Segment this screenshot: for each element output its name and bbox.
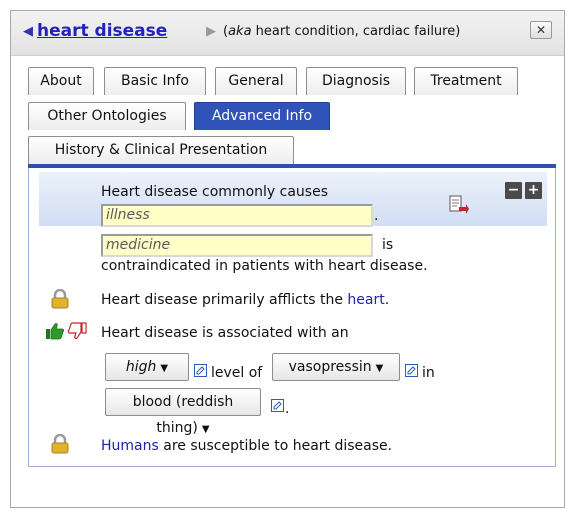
chevron-down-icon: ▼ [160,363,169,374]
tab-basic-info[interactable]: Basic Info [104,67,206,95]
thumbs-down-icon[interactable] [67,322,87,340]
tab-about[interactable]: About [28,67,94,95]
edit-icon[interactable] [194,364,207,377]
level-of-text: level of [211,365,263,381]
contraindicated-text: contraindicated in patients with heart d… [101,258,428,274]
location-select-value: blood (reddish thing) [132,394,234,436]
susceptible-sentence: are susceptible to heart disease. [158,438,393,454]
contraindicated-input[interactable]: medicine [101,234,373,257]
close-button[interactable]: ✕ [530,21,552,39]
heart-link[interactable]: heart [347,292,384,308]
edit-icon[interactable] [271,399,284,412]
lock-icon [51,434,69,454]
associated-text: Heart disease is associated with an [101,325,349,341]
afflicts-text: Heart disease primarily afflicts the hea… [101,292,389,309]
in-text: in [422,365,435,381]
close-icon: ✕ [535,23,547,37]
expand-button[interactable]: + [525,182,542,199]
susceptible-text: Humans are susceptible to heart disease. [101,438,392,455]
lock-icon [51,289,69,309]
tab-other-ontologies[interactable]: Other Ontologies [28,102,186,130]
level-select[interactable]: high ▼ [105,353,189,381]
location-select[interactable]: blood (reddish thing) ▼ [105,388,261,436]
edit-icon[interactable] [405,364,418,377]
causes-text: Heart disease commonly causes [101,184,328,200]
causes-period: . [374,208,379,224]
aka-prefix: aka [228,24,252,39]
left-arrow-icon[interactable]: ◀ [23,24,33,40]
humans-link[interactable]: Humans [101,438,159,454]
tab-advanced-info[interactable]: Advanced Info [194,102,330,130]
tab-history-clinical-presentation[interactable]: History & Clinical Presentation [28,136,294,164]
topic-panel: ◀ heart disease ▶ (aka heart condition, … [10,10,565,508]
thumbs-up-icon[interactable] [45,322,65,340]
substance-select-value: vasopressin [288,359,372,375]
afflicts-sentence: Heart disease primarily afflicts the [101,292,348,308]
document-arrow-icon[interactable] [448,194,470,216]
aka-text: (aka heart condition, cardiac failure) [223,24,460,40]
chevron-down-icon: ▼ [201,424,210,435]
topic-title-link[interactable]: heart disease [37,20,167,42]
right-arrow-icon[interactable]: ▶ [206,24,216,40]
tab-diagnosis[interactable]: Diagnosis [306,67,406,95]
tab-general[interactable]: General [215,67,297,95]
tab-treatment[interactable]: Treatment [414,67,518,95]
chevron-down-icon: ▼ [375,363,384,374]
advanced-info-content: Heart disease commonly causes illness . … [28,168,556,467]
collapse-button[interactable]: − [505,182,522,199]
substance-select[interactable]: vasopressin ▼ [272,353,400,381]
panel-header: ◀ heart disease ▶ (aka heart condition, … [11,11,564,56]
associated-period: . [285,401,290,417]
level-select-value: high [125,359,157,375]
afflicts-period: . [384,292,390,308]
contraindicated-is: is [382,237,394,253]
causes-input[interactable]: illness [101,204,373,227]
aka-names: heart condition, cardiac failure) [251,24,461,39]
